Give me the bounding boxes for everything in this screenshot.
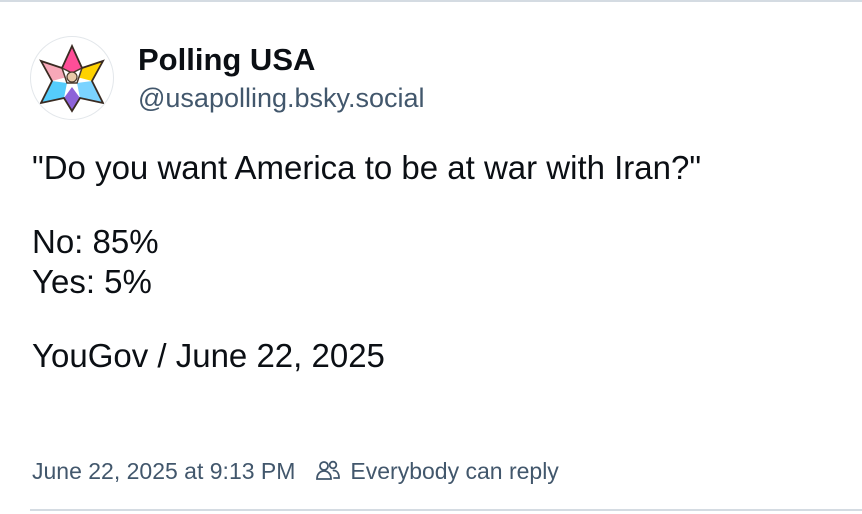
post-text: "Do you want America to be at war with I…	[32, 148, 701, 376]
post-header: Polling USA @usapolling.bsky.social	[30, 36, 425, 120]
post-result-no: No: 85%	[32, 223, 159, 260]
star-logo-icon	[39, 43, 105, 113]
author-handle[interactable]: @usapolling.bsky.social	[138, 81, 425, 115]
author-info: Polling USA @usapolling.bsky.social	[138, 41, 425, 115]
post-source: YouGov / June 22, 2025	[32, 337, 385, 374]
post-meta: June 22, 2025 at 9:13 PM Everybody can r…	[32, 456, 559, 486]
post-timestamp[interactable]: June 22, 2025 at 9:13 PM	[32, 456, 295, 486]
author-display-name[interactable]: Polling USA	[138, 41, 425, 79]
post: Polling USA @usapolling.bsky.social "Do …	[0, 0, 862, 514]
post-result-yes: Yes: 5%	[32, 263, 152, 300]
reply-setting-label[interactable]: Everybody can reply	[350, 456, 558, 486]
avatar[interactable]	[30, 36, 114, 120]
people-icon	[315, 458, 341, 484]
divider	[30, 509, 862, 511]
post-question: "Do you want America to be at war with I…	[32, 149, 702, 186]
